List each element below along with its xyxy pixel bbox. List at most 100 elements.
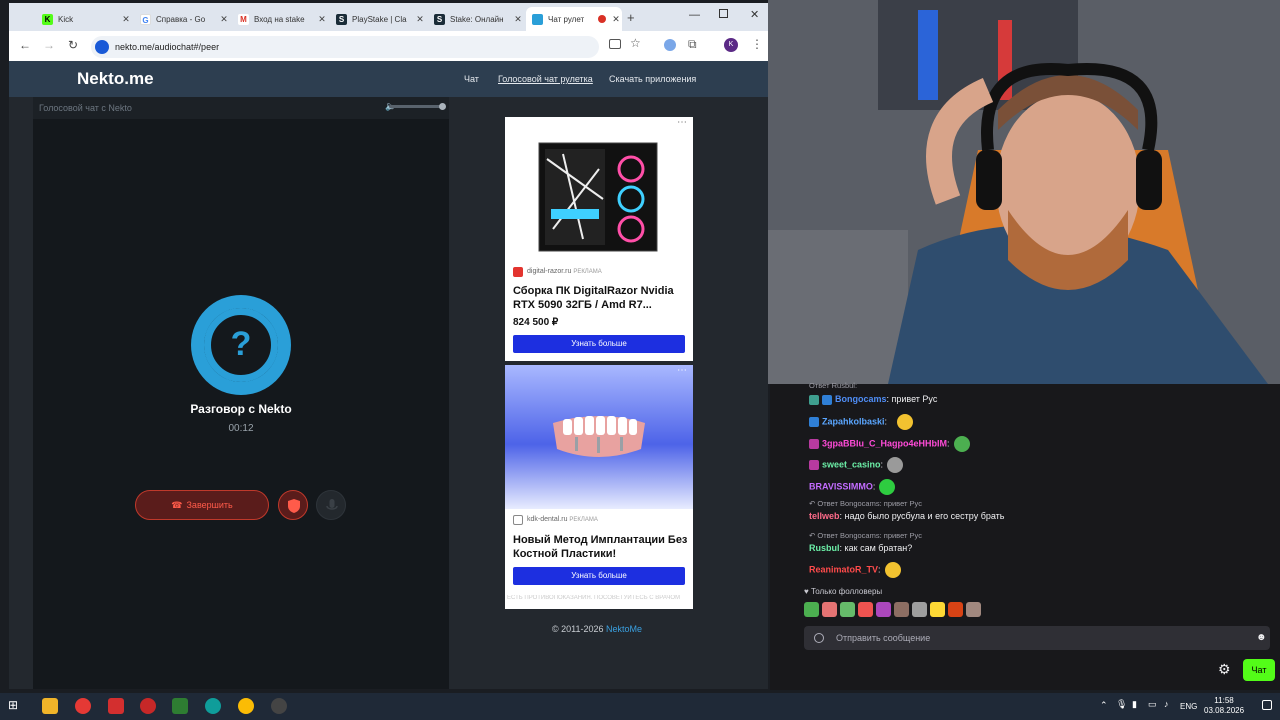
emote-icon[interactable] xyxy=(948,602,963,617)
learn-more-button[interactable]: Узнать больше xyxy=(513,335,685,353)
nav-voice-roulette[interactable]: Голосовой чат рулетка xyxy=(498,74,593,84)
ad-card-pc[interactable]: ⋯ digital-razor.ru РЕКЛАМА Сборка ПК Dig… xyxy=(505,117,693,361)
windows-start-icon[interactable]: ⊞ xyxy=(8,698,24,714)
network-icon[interactable]: ▭ xyxy=(1148,699,1157,710)
tab-playstake[interactable]: S PlayStake | Cla ✕ xyxy=(330,7,426,31)
tab-kick[interactable]: K Kick ✕ xyxy=(36,7,132,31)
tab-stake[interactable]: S Stake: Онлайн ✕ xyxy=(428,7,524,31)
clock-date: 03.08.2026 xyxy=(1204,706,1245,715)
end-call-button[interactable]: ☎ Завершить xyxy=(135,490,269,520)
ad-domain[interactable]: digital-razor.ru xyxy=(527,268,571,275)
ad-menu-icon[interactable]: ⋯ xyxy=(677,365,687,376)
footer-brand-link[interactable]: NektoMe xyxy=(606,624,642,634)
new-tab-button[interactable]: + xyxy=(627,10,635,25)
close-icon[interactable]: ✕ xyxy=(414,14,426,25)
site-logo[interactable]: Nekto.me xyxy=(77,69,154,89)
close-icon[interactable]: ✕ xyxy=(316,14,328,25)
chat-username[interactable]: Rusbul xyxy=(809,543,840,553)
close-icon[interactable]: ✕ xyxy=(512,14,524,25)
opera-icon[interactable] xyxy=(140,698,156,714)
mute-button[interactable] xyxy=(316,490,346,520)
chrome-icon[interactable] xyxy=(238,698,254,714)
chat-username[interactable]: Zapahkolbaski xyxy=(822,416,885,426)
maximize-icon[interactable] xyxy=(719,9,728,18)
tab-nekto[interactable]: Чат рулет ✕ xyxy=(526,7,622,31)
emote-icon[interactable] xyxy=(876,602,891,617)
extensions-puzzle-icon[interactable]: ⧉ xyxy=(688,37,697,52)
ad-menu-icon[interactable]: ⋯ xyxy=(677,117,687,128)
emote-icon[interactable] xyxy=(822,602,837,617)
tray-chevron-icon[interactable]: ⌃ xyxy=(1100,700,1108,711)
emote-icon[interactable] xyxy=(804,602,819,617)
yandex-icon[interactable] xyxy=(108,698,124,714)
emoji-picker-icon[interactable]: ☻ xyxy=(1256,626,1267,650)
yandex-browser-icon[interactable] xyxy=(75,698,91,714)
chat-username[interactable]: Bongocams xyxy=(835,394,887,404)
emoji-icon xyxy=(897,414,914,430)
close-icon[interactable]: ✕ xyxy=(120,14,132,25)
emote-icon[interactable] xyxy=(966,602,981,617)
chat-send-button[interactable]: Чат xyxy=(1243,659,1275,681)
volume-slider[interactable] xyxy=(389,103,446,110)
chat-reply-context: ↶ Ответ Bongocams: привет Рус xyxy=(809,531,922,540)
ad-disclaimer: ЕСТЬ ПРОТИВОПОКАЗАНИЯ. ПОСОВЕТУЙТЕСЬ С В… xyxy=(507,595,681,601)
panel-title: Голосовой чат с Nekto xyxy=(39,103,132,113)
menu-kebab-icon[interactable]: ⋮ xyxy=(751,37,763,51)
chat-message: Bongocams: привет Рус xyxy=(809,394,937,405)
chat-username[interactable]: ReanimatoR_TV xyxy=(809,564,878,574)
emote-icon[interactable] xyxy=(840,602,855,617)
volume-tray-icon[interactable]: ♪ xyxy=(1164,699,1169,709)
emote-icon[interactable] xyxy=(894,602,909,617)
obs-icon[interactable] xyxy=(271,698,287,714)
chat-shield-icon xyxy=(814,633,824,643)
system-clock[interactable]: 11:58 03.08.2026 xyxy=(1204,696,1244,716)
back-icon[interactable]: ← xyxy=(17,38,33,52)
chat-message-input[interactable]: Отправить сообщение ☻ xyxy=(804,626,1270,650)
copyright-text: © 2011-2026 xyxy=(552,624,604,634)
edge-icon[interactable] xyxy=(205,698,221,714)
emote-icon[interactable] xyxy=(912,602,927,617)
ad-domain[interactable]: kdk-dental.ru xyxy=(527,516,567,523)
chat-username[interactable]: BRAVISSIMMO xyxy=(809,481,873,491)
minimize-icon[interactable]: — xyxy=(689,9,700,21)
chat-username[interactable]: 3gpaBBIu_C_Hagpo4eHHbIM xyxy=(822,438,947,448)
site-info-icon[interactable] xyxy=(95,40,109,54)
emote-icon[interactable] xyxy=(930,602,945,617)
reload-icon[interactable]: ↻ xyxy=(65,38,81,52)
settings-gear-icon[interactable]: ⚙ xyxy=(1218,661,1231,678)
url-field[interactable]: nekto.me/audiochat#/peer xyxy=(91,36,599,58)
panel-topbar: Голосовой чат с Nekto 🔈 xyxy=(33,97,449,119)
report-button[interactable] xyxy=(278,490,308,520)
extension-icon[interactable] xyxy=(664,39,676,51)
close-window-icon[interactable]: ✕ xyxy=(750,8,759,21)
nav-chat[interactable]: Чат xyxy=(464,74,479,84)
ad-card-dental[interactable]: ⋯ kdk-dental.ru РЕКЛАМА Новый Метод Импл… xyxy=(505,365,693,609)
profile-avatar[interactable]: K xyxy=(724,38,738,52)
install-app-icon[interactable] xyxy=(609,39,621,49)
tab-gmail[interactable]: M Вход на stake ✕ xyxy=(232,7,328,31)
gmail-icon: M xyxy=(238,13,249,25)
app-icon[interactable] xyxy=(172,698,188,714)
chat-message: ReanimatoR_TV: xyxy=(809,562,901,578)
heart-icon: ♥ xyxy=(804,587,811,596)
ad-title[interactable]: Сборка ПК DigitalRazor Nvidia RTX 5090 3… xyxy=(513,284,689,312)
emote-icon[interactable] xyxy=(858,602,873,617)
language-indicator[interactable]: ENG xyxy=(1180,702,1197,711)
volume-slider-handle[interactable] xyxy=(439,103,446,110)
tab-google-help[interactable]: G Справка - Go ✕ xyxy=(134,7,230,31)
chat-username[interactable]: tellweb xyxy=(809,511,840,521)
learn-more-button[interactable]: Узнать больше xyxy=(513,567,685,585)
ad-tag: РЕКЛАМА xyxy=(573,269,602,275)
close-icon[interactable]: ✕ xyxy=(610,14,622,25)
file-explorer-icon[interactable] xyxy=(42,698,58,714)
nav-download-apps[interactable]: Скачать приложения xyxy=(609,74,696,84)
bookmark-star-icon[interactable]: ☆ xyxy=(630,36,641,50)
chat-username[interactable]: sweet_casino xyxy=(822,459,881,469)
pepe-emote-icon xyxy=(953,436,970,452)
ad-title[interactable]: Новый Метод Имплантации Без Костной Плас… xyxy=(513,533,689,561)
forward-icon[interactable]: → xyxy=(41,38,57,52)
close-icon[interactable]: ✕ xyxy=(218,14,230,25)
microphone-tray-icon[interactable]: 🎙 xyxy=(1116,699,1127,710)
notifications-icon[interactable] xyxy=(1262,700,1272,710)
battery-tray-icon[interactable]: ▮ xyxy=(1132,699,1137,710)
